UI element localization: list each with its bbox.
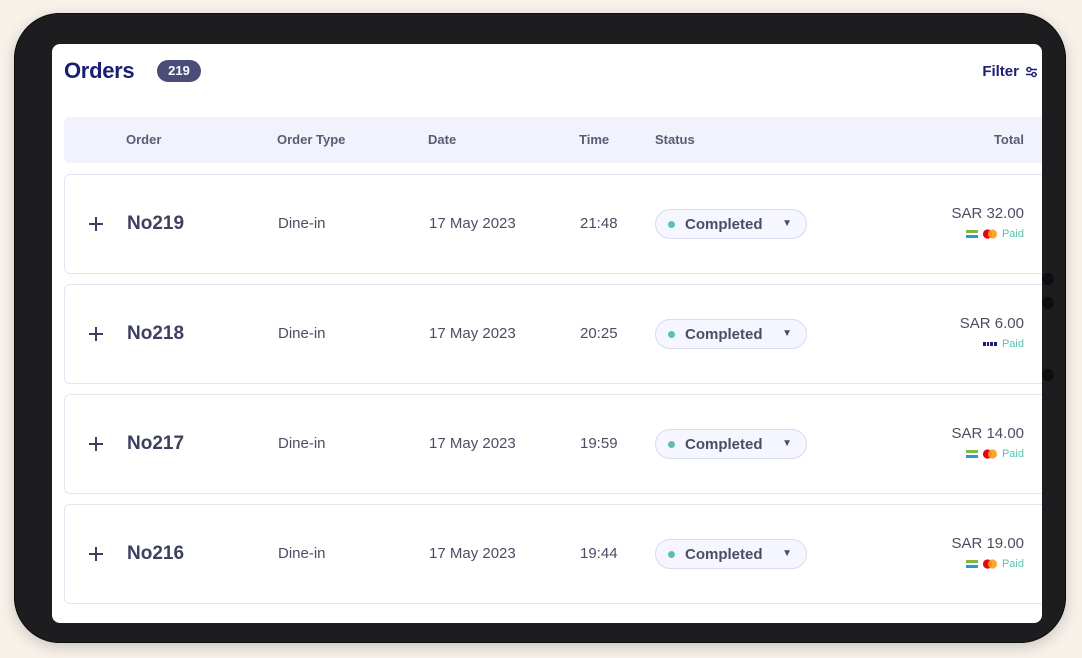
order-total: SAR 6.00 Paid — [960, 315, 1024, 350]
order-time: 20:25 — [580, 325, 618, 342]
payment-status: Paid — [1001, 338, 1024, 350]
table-header: Order Order Type Date Time Status Total — [64, 117, 1042, 163]
table-row[interactable]: No217 Dine-in 17 May 2023 19:59 Complete… — [64, 394, 1042, 494]
order-total: SAR 14.00 Paid — [951, 425, 1024, 460]
column-header-date[interactable]: Date — [428, 132, 456, 147]
plus-icon[interactable] — [83, 541, 109, 567]
column-header-order[interactable]: Order — [126, 132, 161, 147]
status-dropdown[interactable]: Completed ▼ — [655, 429, 807, 459]
total-amount: SAR 14.00 — [951, 425, 1024, 442]
caret-down-icon: ▼ — [782, 548, 792, 559]
mada-card-icon — [965, 450, 978, 458]
mastercard-icon — [982, 559, 998, 569]
filter-button[interactable]: Filter — [982, 63, 1038, 80]
status-dot — [668, 550, 675, 558]
plus-icon[interactable] — [83, 211, 109, 237]
page-header: Orders 219 Filter — [64, 58, 1042, 98]
order-date: 17 May 2023 — [429, 545, 516, 562]
plus-icon[interactable] — [83, 321, 109, 347]
order-number[interactable]: No218 — [127, 323, 184, 345]
column-header-status[interactable]: Status — [655, 132, 695, 147]
status-label: Completed — [685, 545, 763, 563]
order-date: 17 May 2023 — [429, 215, 516, 232]
status-dot — [668, 220, 675, 228]
table-row[interactable]: No219 Dine-in 17 May 2023 21:48 Complete… — [64, 174, 1042, 274]
payment-status: Paid — [1001, 228, 1024, 240]
payment-status: Paid — [1001, 558, 1024, 570]
total-amount: SAR 32.00 — [951, 205, 1024, 222]
payment-status: Paid — [1001, 448, 1024, 460]
caret-down-icon: ▼ — [782, 438, 792, 449]
plus-icon[interactable] — [83, 431, 109, 457]
mastercard-icon — [982, 449, 998, 459]
side-button — [1042, 297, 1054, 309]
caret-down-icon: ▼ — [782, 218, 792, 229]
caret-down-icon: ▼ — [782, 328, 792, 339]
visa-icon — [981, 340, 998, 348]
order-number[interactable]: No219 — [127, 213, 184, 235]
table-row[interactable]: No216 Dine-in 17 May 2023 19:44 Complete… — [64, 504, 1042, 604]
order-time: 21:48 — [580, 215, 618, 232]
order-date: 17 May 2023 — [429, 435, 516, 452]
screen: Orders 219 Filter Order Order Type Date … — [52, 44, 1042, 623]
order-time: 19:59 — [580, 435, 618, 452]
status-label: Completed — [685, 215, 763, 233]
status-dropdown[interactable]: Completed ▼ — [655, 319, 807, 349]
order-type: Dine-in — [278, 435, 326, 452]
order-number[interactable]: No217 — [127, 433, 184, 455]
orders-count-badge: 219 — [157, 60, 201, 82]
order-total: SAR 19.00 Paid — [951, 535, 1024, 570]
side-button — [1042, 369, 1054, 381]
status-dot — [668, 330, 675, 338]
status-dropdown[interactable]: Completed ▼ — [655, 209, 807, 239]
order-date: 17 May 2023 — [429, 325, 516, 342]
total-amount: SAR 19.00 — [951, 535, 1024, 552]
order-time: 19:44 — [580, 545, 618, 562]
column-header-time[interactable]: Time — [579, 132, 609, 147]
order-number[interactable]: No216 — [127, 543, 184, 565]
status-dropdown[interactable]: Completed ▼ — [655, 539, 807, 569]
sliders-icon — [1026, 66, 1037, 77]
mada-card-icon — [965, 560, 978, 568]
status-label: Completed — [685, 435, 763, 453]
column-header-total[interactable]: Total — [994, 132, 1024, 147]
status-dot — [668, 440, 675, 448]
status-label: Completed — [685, 325, 763, 343]
mada-card-icon — [965, 230, 978, 238]
side-button — [1042, 273, 1054, 285]
order-type: Dine-in — [278, 325, 326, 342]
order-total: SAR 32.00 Paid — [951, 205, 1024, 240]
filter-label: Filter — [982, 63, 1019, 80]
tablet-frame: Orders 219 Filter Order Order Type Date … — [14, 13, 1066, 643]
column-header-order-type[interactable]: Order Type — [277, 132, 345, 147]
mastercard-icon — [982, 229, 998, 239]
order-type: Dine-in — [278, 215, 326, 232]
total-amount: SAR 6.00 — [959, 315, 1024, 332]
table-row[interactable]: No218 Dine-in 17 May 2023 20:25 Complete… — [64, 284, 1042, 384]
page-title: Orders — [64, 58, 135, 83]
order-type: Dine-in — [278, 545, 326, 562]
